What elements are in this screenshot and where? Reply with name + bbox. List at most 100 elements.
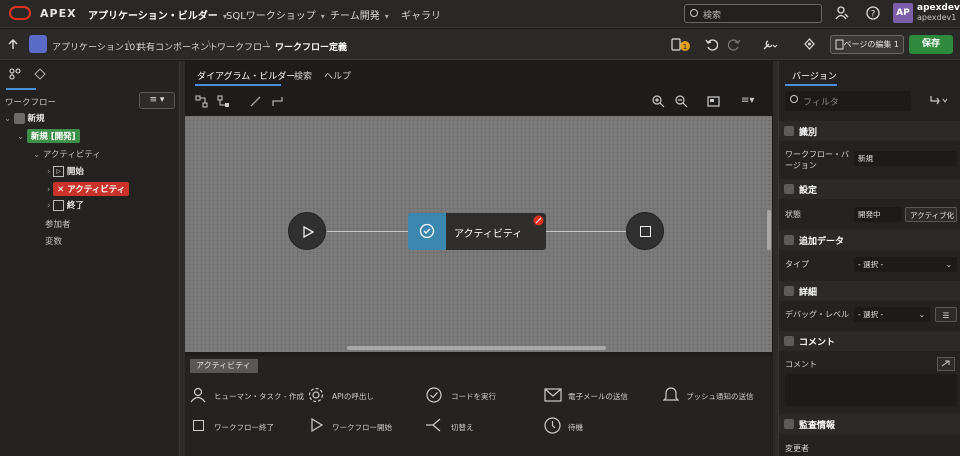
type-select[interactable]: - 選択 - ⌄ — [854, 257, 957, 272]
tab-indicator — [195, 84, 281, 86]
chevron-right-icon: › — [47, 167, 51, 177]
tab-version[interactable]: バージョン — [792, 69, 837, 82]
chevron-down-icon: ⌄ — [4, 114, 12, 124]
go-to-group-icon[interactable] — [929, 95, 949, 107]
diagram-menu-button[interactable]: ≡▾ — [741, 95, 754, 106]
palette-item-push-notification[interactable]: プッシュ通知の送信 — [686, 391, 754, 402]
palette-tab[interactable]: アクティビティ — [190, 359, 258, 373]
save-button[interactable]: 保存 — [909, 35, 953, 54]
zoom-in-icon[interactable] — [652, 95, 665, 108]
orthogonal-link-icon[interactable] — [271, 95, 284, 108]
workflow-icon — [13, 113, 25, 124]
start-node[interactable] — [288, 212, 326, 250]
nav-app-builder[interactable]: アプリケーション・ビルダー ▾ — [88, 7, 227, 22]
error-x-icon: ✕ — [57, 185, 68, 195]
state-label: 状態 — [785, 210, 801, 219]
palette-item-send-email[interactable]: 電子メールの送信 — [568, 391, 628, 402]
vertical-scrollbar[interactable] — [767, 210, 771, 250]
tab-search[interactable]: 検索 — [294, 69, 312, 82]
app-icon[interactable] — [29, 35, 47, 53]
comment-textarea[interactable] — [785, 374, 957, 406]
left-panel: ワークフロー ≡ ▾ ⌄ 新規 ⌄ 新規 [開発] ⌄ アクティビティ › ▷ … — [0, 61, 180, 456]
search-input[interactable]: 検索 — [684, 4, 822, 23]
user-name[interactable]: apexdev1 — [917, 3, 960, 13]
fit-to-screen-icon[interactable] — [707, 95, 720, 108]
expand-editor-icon[interactable] — [937, 357, 955, 371]
avatar[interactable]: AP — [893, 3, 913, 23]
tree-node-participants[interactable]: 参加者 — [45, 218, 71, 230]
redo-icon[interactable] — [728, 38, 741, 51]
connector-start-activity[interactable] — [327, 231, 408, 232]
straight-link-icon[interactable] — [249, 95, 262, 108]
stop-icon — [193, 420, 204, 431]
horizontal-scrollbar[interactable] — [347, 346, 606, 350]
palette-item-workflow-start[interactable]: ワークフロー開始 — [332, 422, 392, 433]
section-additional-data[interactable]: 追加データ — [779, 230, 960, 250]
tree-node-end[interactable]: › 終了 — [47, 199, 84, 211]
nav-team-dev[interactable]: チーム開発 ▾ — [330, 7, 389, 22]
section-settings[interactable]: 設定 — [779, 179, 960, 199]
bell-icon — [663, 387, 679, 401]
tree-menu-button[interactable]: ≡ ▾ — [139, 92, 175, 109]
breadcrumb-item-workflow[interactable]: ワークフロー — [217, 40, 271, 53]
palette-item-invoke-api[interactable]: APIの呼出し — [332, 391, 374, 402]
issues-icon[interactable]: 1 — [671, 38, 691, 52]
section-identification[interactable]: 識別 — [779, 121, 960, 141]
breadcrumb-item-shared[interactable]: 共有コンポーネント — [137, 40, 218, 53]
oracle-logo-icon[interactable] — [9, 6, 31, 20]
zoom-out-icon[interactable] — [675, 95, 688, 108]
version-label: ワークフロー・バージョン — [785, 150, 849, 170]
palette-item-execute-code[interactable]: コードを実行 — [451, 391, 496, 402]
tab-help[interactable]: ヘルプ — [324, 69, 351, 82]
tree-node-start[interactable]: › ▷ 開始 — [47, 165, 84, 177]
palette-item-workflow-end[interactable]: ワークフロー終了 — [214, 422, 274, 433]
tree-node-variables[interactable]: 変数 — [45, 235, 62, 247]
tree-node-root[interactable]: ⌄ 新規 — [4, 112, 45, 124]
page-title: ワークフロー定義 — [275, 43, 348, 53]
collapse-icon — [784, 419, 794, 429]
wrench-menu-icon[interactable] — [762, 38, 778, 51]
list-icon[interactable]: ☰ — [935, 307, 957, 322]
undo-icon[interactable] — [705, 38, 718, 51]
arrow-up-icon[interactable] — [8, 39, 18, 50]
apex-brand[interactable]: APEX — [40, 7, 77, 20]
tree-node-version[interactable]: ⌄ 新規 [開発] — [17, 129, 80, 143]
auto-layout-icon[interactable] — [217, 95, 230, 108]
layout-icon[interactable] — [195, 95, 208, 108]
tab-indicator — [6, 88, 36, 90]
user-settings-icon[interactable] — [835, 6, 849, 20]
user-workspace: apexdev1 — [917, 13, 957, 22]
state-field: 開発中 — [854, 207, 902, 222]
palette-item-switch[interactable]: 切替え — [451, 422, 474, 433]
issues-count: 1 — [683, 43, 687, 51]
collapse-icon — [784, 286, 794, 296]
chevron-down-icon: ⌄ — [945, 260, 952, 269]
nav-sql-workshop[interactable]: SQLワークショップ ▾ — [226, 7, 325, 22]
version-field[interactable]: 新規 — [854, 151, 957, 166]
tree-node-activities[interactable]: ⌄ アクティビティ — [33, 148, 101, 160]
tree-node-activity[interactable]: › ✕ アクティビティ — [47, 182, 130, 196]
section-comments[interactable]: コメント — [779, 331, 960, 351]
tree-view-icon[interactable] — [9, 68, 21, 80]
filter-input[interactable]: フィルタ — [785, 91, 911, 111]
chevron-down-icon: ▾ — [384, 12, 389, 21]
shared-tree-icon[interactable] — [34, 68, 46, 80]
collapse-icon — [784, 184, 794, 194]
shared-components-icon[interactable] — [803, 38, 816, 51]
activity-node[interactable]: アクティビティ — [408, 213, 546, 250]
palette-item-human-task[interactable]: ヒューマン・タスク - 作成 — [214, 391, 304, 402]
connector-activity-end[interactable] — [546, 231, 626, 232]
section-audit[interactable]: 監査情報 — [779, 414, 960, 434]
end-node[interactable] — [626, 212, 664, 250]
debug-level-select[interactable]: - 選択 - ⌄ — [854, 307, 930, 322]
svg-text:?: ? — [871, 10, 876, 20]
help-icon[interactable]: ? — [866, 6, 880, 20]
activate-button[interactable]: アクティブ化 — [905, 207, 957, 222]
error-icon[interactable] — [533, 215, 544, 226]
tab-diagram-builder[interactable]: ダイアグラム・ビルダー — [197, 69, 295, 82]
section-advanced[interactable]: 詳細 — [779, 281, 960, 301]
edit-page-button[interactable]: ページの編集 1 — [830, 35, 904, 54]
palette-item-wait[interactable]: 待機 — [568, 422, 583, 433]
diagram-canvas[interactable]: アクティビティ — [185, 116, 772, 352]
nav-gallery[interactable]: ギャラリ — [401, 7, 441, 22]
